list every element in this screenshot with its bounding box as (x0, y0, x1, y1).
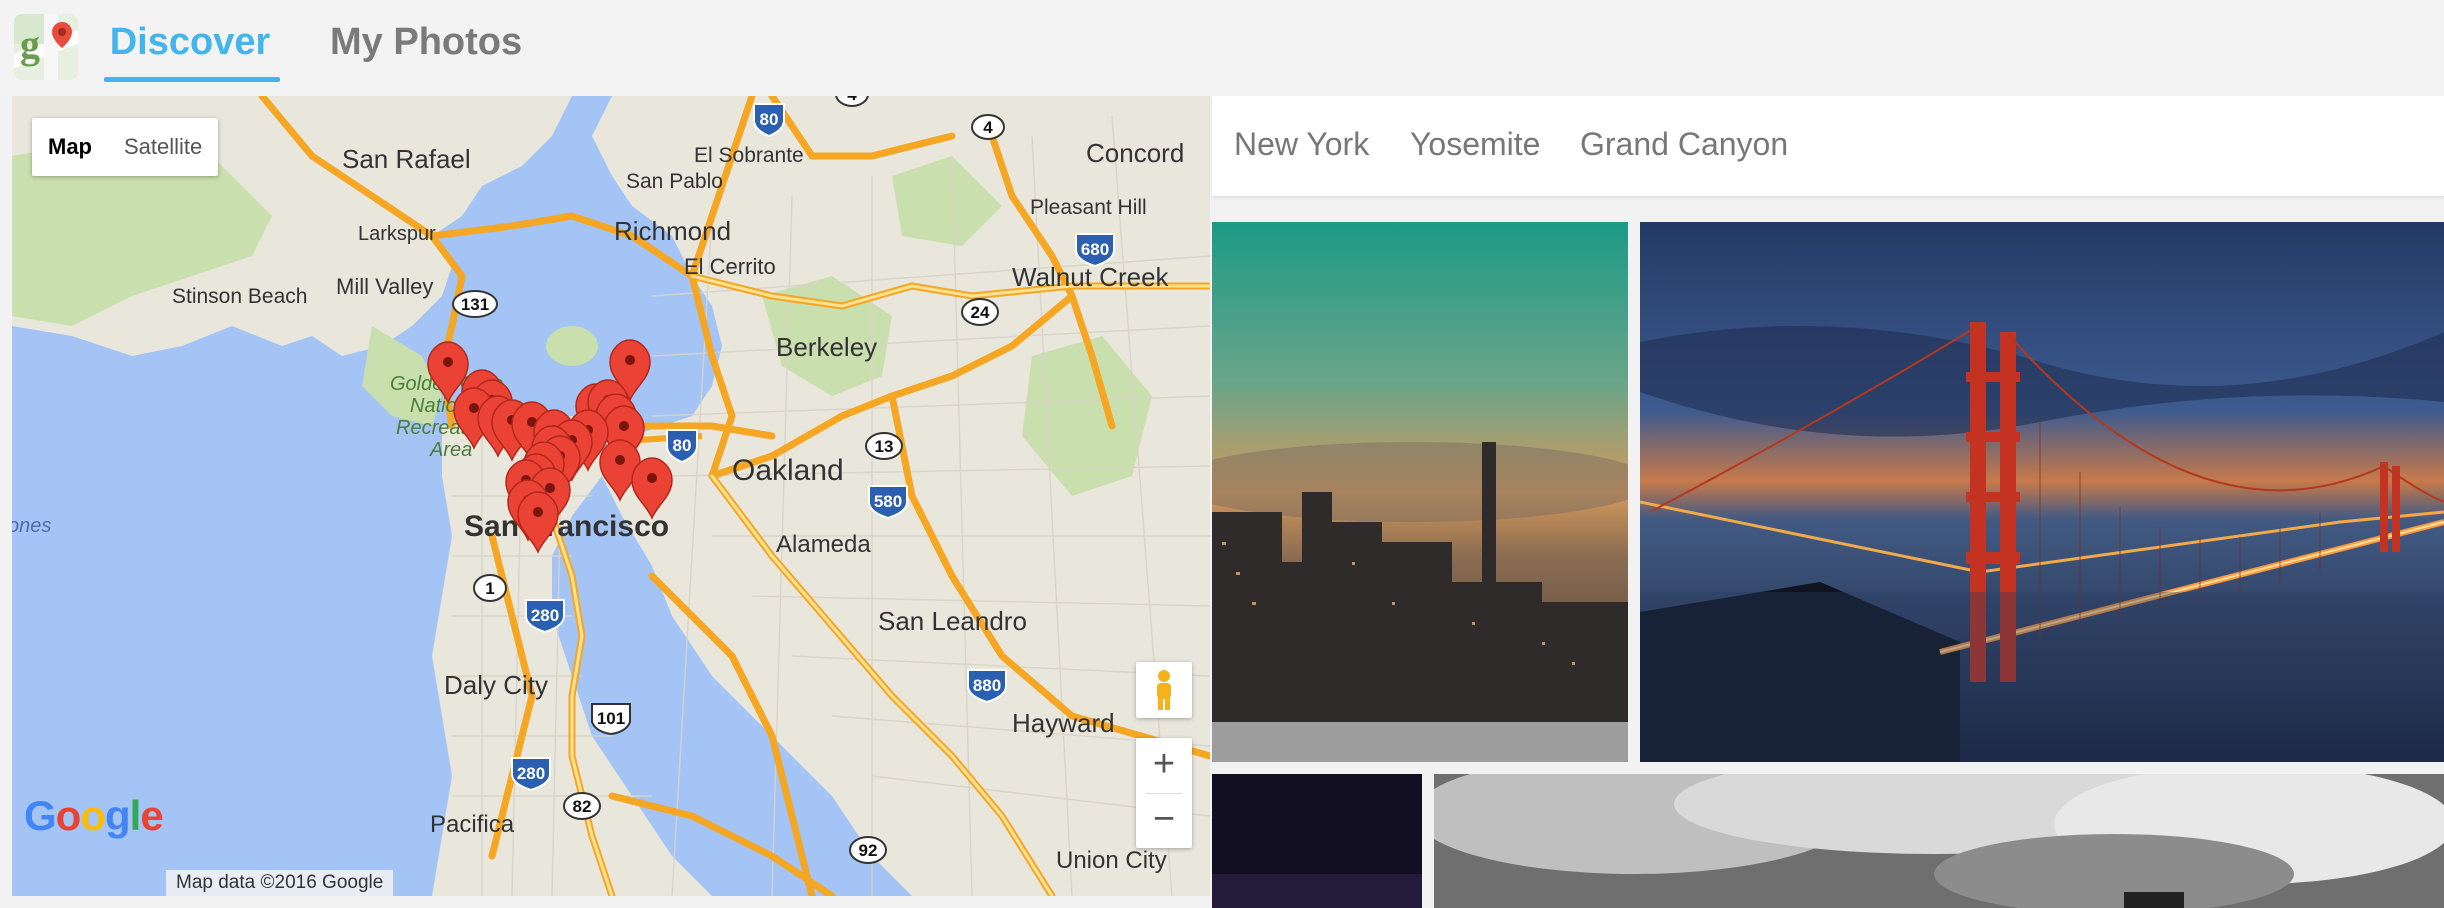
label-san-pablo: San Pablo (626, 170, 723, 193)
app-root: g Discover My Photos 80 4 680 131 24 80 … (0, 0, 2444, 908)
svg-text:131: 131 (461, 295, 489, 314)
tab-discover-label: Discover (109, 21, 271, 63)
label-area: Area (429, 439, 472, 461)
svg-text:80: 80 (673, 436, 692, 455)
label-oakland: Oakland (732, 454, 844, 487)
map-attribution[interactable]: Map data ©2016 Google (166, 870, 394, 896)
photo-panel: New York Yosemite Grand Canyon (1212, 96, 2444, 908)
location-filter-bar: New York Yosemite Grand Canyon (1212, 96, 2444, 196)
label-union-city: Union City (1056, 847, 1167, 874)
svg-text:101: 101 (597, 709, 625, 728)
shield-r13: 13 (865, 432, 903, 460)
svg-text:680: 680 (1081, 240, 1109, 259)
label-hayward: Hayward (1012, 708, 1115, 738)
tab-my-photos-label: My Photos (330, 21, 523, 63)
angel-island (546, 326, 598, 366)
svg-text:280: 280 (517, 764, 545, 783)
shield-r101: 101 (591, 703, 631, 736)
label-stinson-beach: Stinson Beach (172, 285, 307, 308)
street-view-pegman-icon[interactable] (1136, 662, 1192, 718)
map-type-control: Map Satellite (32, 118, 219, 176)
shield-r1: 1 (473, 574, 507, 602)
label-pleasant-hill: Pleasant Hill (1030, 196, 1147, 219)
shield-r92: 92 (849, 836, 887, 864)
shield-r131: 131 (452, 290, 498, 318)
top-bar: g Discover My Photos (0, 0, 2444, 96)
label-pacifica: Pacifica (430, 811, 515, 838)
photo-night-sky[interactable] (1212, 774, 1422, 908)
photo-city-fog[interactable] (1212, 222, 1628, 762)
photo-bw-clouds[interactable] (1434, 774, 2444, 908)
svg-text:880: 880 (973, 676, 1001, 695)
svg-text:4: 4 (847, 96, 857, 104)
zoom-out-button[interactable]: − (1136, 793, 1192, 848)
google-logo[interactable]: Google (24, 792, 164, 840)
filter-new-york[interactable]: New York (1234, 126, 1369, 163)
map-view[interactable]: 80 4 4 680 131 24 80 13 580 1 280 101 88… (12, 96, 1210, 896)
shield-r82: 82 (563, 792, 601, 820)
map-type-satellite-button[interactable]: Satellite (108, 118, 218, 176)
tab-discover[interactable]: Discover (100, 16, 280, 82)
label-san-leandro: San Leandro (878, 606, 1027, 636)
filter-grand-canyon[interactable]: Grand Canyon (1580, 126, 1788, 163)
photo-golden-gate-bridge[interactable] (1640, 222, 2444, 762)
svg-text:280: 280 (531, 606, 559, 625)
label-san-francisco: San Francisco (464, 510, 669, 543)
active-tab-underline (104, 77, 280, 82)
svg-text:4: 4 (983, 118, 993, 137)
zoom-in-button[interactable]: + (1136, 738, 1192, 793)
label-concord: Concord (1086, 138, 1184, 168)
svg-text:580: 580 (874, 492, 902, 511)
label-daly-city: Daly City (444, 670, 548, 700)
svg-text:g: g (20, 22, 40, 67)
tab-my-photos[interactable]: My Photos (330, 16, 530, 82)
label-el-cerrito: El Cerrito (684, 254, 776, 279)
google-maps-logo-icon[interactable]: g (14, 14, 78, 80)
label-walnut-creek: Walnut Creek (1012, 262, 1170, 292)
label-el-sobrante: El Sobrante (694, 144, 804, 167)
svg-text:1: 1 (485, 579, 494, 598)
svg-text:82: 82 (573, 797, 592, 816)
label-larkspur: Larkspur (358, 223, 436, 245)
label-alameda: Alameda (776, 531, 871, 558)
filter-yosemite[interactable]: Yosemite (1410, 126, 1540, 163)
svg-text:24: 24 (971, 303, 990, 322)
label-berkeley: Berkeley (776, 332, 877, 362)
label-jones: ones (12, 515, 51, 537)
map-type-map-button[interactable]: Map (32, 118, 108, 176)
svg-text:13: 13 (875, 437, 894, 456)
label-richmond: Richmond (614, 216, 731, 246)
shield-r24: 24 (961, 298, 999, 326)
label-mill-valley: Mill Valley (336, 274, 433, 299)
zoom-divider (1146, 793, 1182, 794)
map-canvas[interactable]: 80 4 4 680 131 24 80 13 580 1 280 101 88… (12, 96, 1210, 896)
shield-r4-b: 4 (971, 114, 1005, 140)
svg-text:80: 80 (760, 110, 779, 129)
zoom-control: + − (1136, 738, 1192, 848)
svg-text:92: 92 (859, 841, 878, 860)
label-san-rafael: San Rafael (342, 144, 471, 174)
